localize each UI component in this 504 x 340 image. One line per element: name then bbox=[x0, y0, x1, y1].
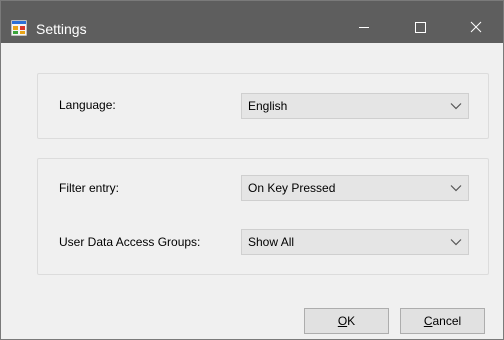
cancel-button[interactable]: Cancel bbox=[400, 308, 485, 334]
window-title: Settings bbox=[36, 21, 87, 37]
chevron-down-icon bbox=[450, 239, 462, 246]
minimize-icon bbox=[359, 27, 369, 28]
filter-entry-label: Filter entry: bbox=[59, 181, 120, 195]
language-label: Language: bbox=[59, 98, 116, 112]
close-icon bbox=[470, 21, 482, 33]
settings-window: Settings Language: English Filter entry: bbox=[0, 0, 504, 340]
ok-button-label: K bbox=[347, 314, 356, 328]
maximize-button[interactable] bbox=[397, 11, 443, 43]
filter-entry-dropdown[interactable]: On Key Pressed bbox=[241, 175, 469, 201]
chevron-down-icon bbox=[450, 103, 462, 110]
ok-button[interactable]: OK bbox=[304, 308, 389, 334]
language-dropdown[interactable]: English bbox=[241, 93, 469, 119]
chevron-down-icon bbox=[450, 185, 462, 192]
filter-entry-dropdown-value: On Key Pressed bbox=[248, 181, 336, 195]
maximize-icon bbox=[415, 22, 426, 33]
title-bar[interactable]: Settings bbox=[1, 1, 503, 43]
close-button[interactable] bbox=[453, 11, 499, 43]
cancel-button-label: ancel bbox=[432, 314, 462, 328]
user-data-access-groups-dropdown[interactable]: Show All bbox=[241, 229, 469, 255]
ok-button-mnemonic: O bbox=[337, 314, 348, 328]
minimize-button[interactable] bbox=[341, 11, 387, 43]
settings-app-icon bbox=[10, 19, 28, 37]
language-dropdown-value: English bbox=[248, 99, 288, 113]
user-data-access-groups-dropdown-value: Show All bbox=[248, 235, 295, 249]
user-data-access-groups-label: User Data Access Groups: bbox=[59, 235, 201, 249]
